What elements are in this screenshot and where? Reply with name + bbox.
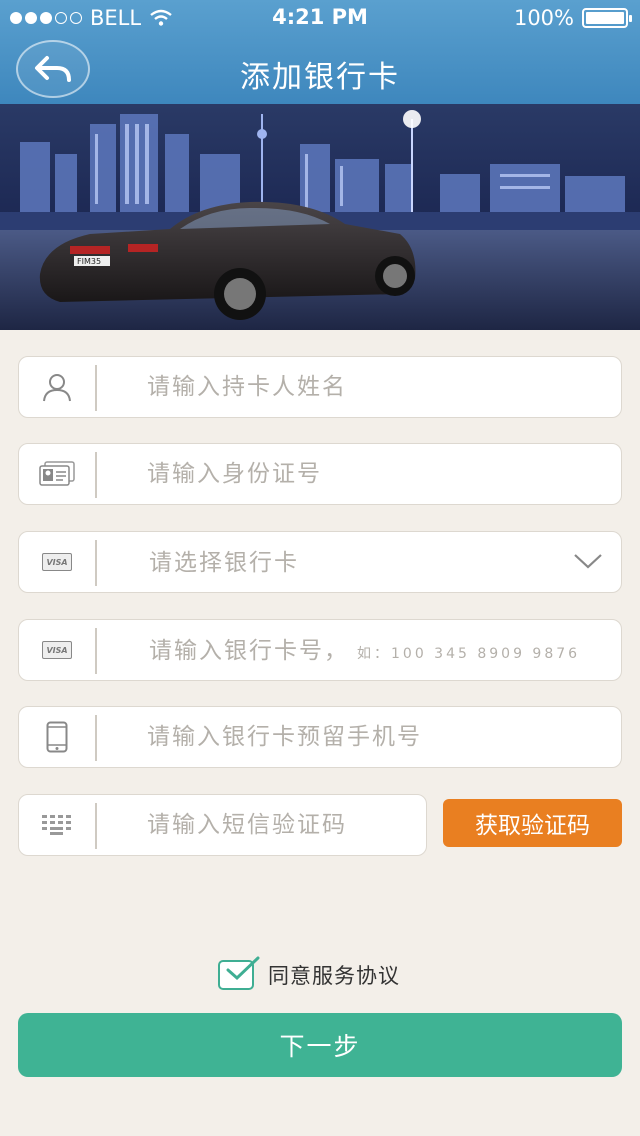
get-code-button[interactable]: 获取验证码	[443, 799, 622, 847]
agreement-checkbox[interactable]: 同意服务协议	[218, 956, 400, 990]
page-title: 添加银行卡	[240, 60, 400, 95]
card-icon: VISA	[19, 532, 95, 592]
cardholder-name-field[interactable]	[18, 356, 622, 418]
status-right: 100%	[513, 6, 632, 30]
agreement-label[interactable]: 同意服务协议	[268, 960, 400, 990]
card-icon: VISA	[19, 620, 95, 680]
battery-percent: 100%	[513, 6, 574, 30]
chevron-down-icon	[574, 554, 602, 569]
card-number-example: 如：100 345 8909 9876	[357, 646, 581, 662]
sms-code-field[interactable]	[18, 794, 427, 856]
next-step-button[interactable]: 下一步	[18, 1013, 622, 1077]
status-bar: BELL 4:21 PM 100%	[0, 0, 640, 36]
keypad-icon	[19, 795, 95, 855]
bank-select-field[interactable]: VISA 请选择银行卡	[18, 531, 622, 593]
phone-input[interactable]	[147, 707, 587, 767]
field-divider	[95, 452, 97, 498]
field-divider	[95, 803, 97, 849]
field-divider	[95, 628, 97, 674]
navigation-header: BELL 4:21 PM 100% 添加银行卡	[0, 0, 640, 104]
card-number-placeholder: 请输入银行卡号，	[149, 638, 349, 664]
battery-icon	[582, 8, 632, 28]
car-plate: FIM35	[77, 257, 101, 266]
cardholder-name-input[interactable]	[147, 357, 587, 417]
field-divider	[95, 715, 97, 761]
checkbox-checked-icon[interactable]	[218, 956, 260, 990]
id-number-field[interactable]	[18, 443, 622, 505]
card-number-input[interactable]: 请输入银行卡号， 如：100 345 8909 9876	[149, 620, 580, 685]
banner-image: FIM35	[0, 104, 640, 330]
person-icon	[19, 357, 95, 417]
card-number-field[interactable]: VISA 请输入银行卡号， 如：100 345 8909 9876	[18, 619, 622, 681]
id-number-input[interactable]	[147, 444, 587, 504]
field-divider	[95, 365, 97, 411]
sms-code-input[interactable]	[147, 795, 407, 855]
id-card-icon	[19, 444, 95, 504]
car-cityscape-illustration: FIM35	[0, 104, 640, 330]
bank-select-placeholder: 请选择银行卡	[149, 550, 299, 576]
field-divider	[95, 540, 97, 586]
phone-icon	[19, 707, 95, 767]
phone-field[interactable]	[18, 706, 622, 768]
